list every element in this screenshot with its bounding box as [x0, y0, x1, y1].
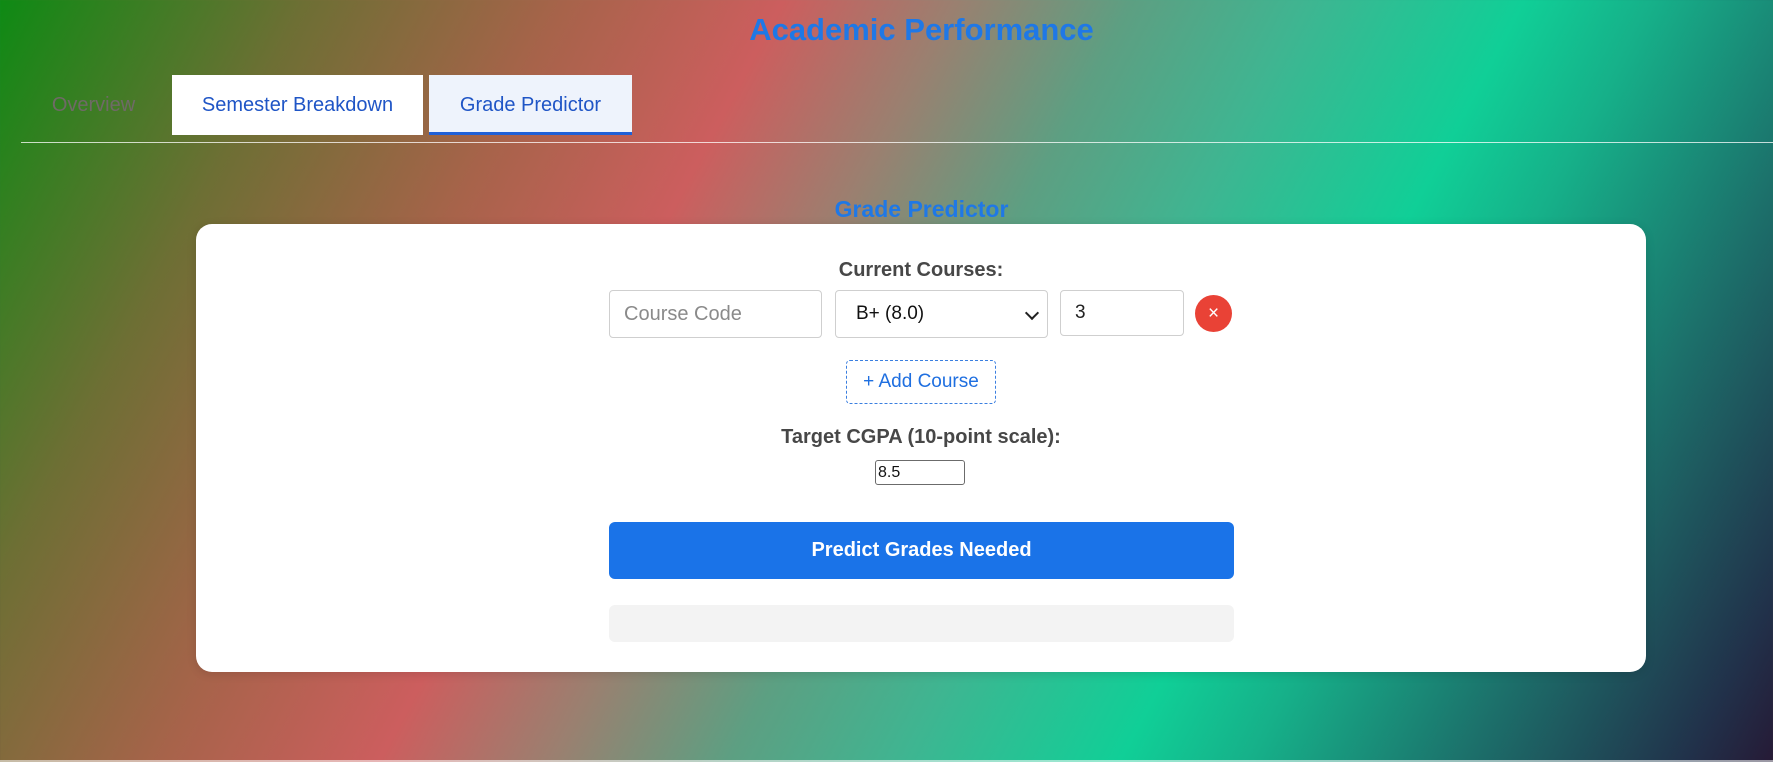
section-heading: Grade Predictor: [834, 196, 1009, 222]
close-icon: ×: [1207, 303, 1220, 324]
grade-select[interactable]: B+ (8.0): [835, 290, 1048, 338]
grade-predictor-card: Current Courses: B+ (8.0) × + Add Course…: [196, 224, 1646, 672]
add-course-button[interactable]: + Add Course: [846, 360, 996, 404]
tab-bar: Overview Semester Breakdown Grade Predic…: [21, 75, 1773, 143]
current-courses-label: Current Courses:: [838, 259, 1004, 281]
target-cgpa-label: Target CGPA (10-point scale):: [781, 426, 1061, 448]
grade-select-value: B+ (8.0): [856, 303, 925, 324]
course-code-input[interactable]: [609, 290, 822, 338]
page-title: Academic Performance: [749, 12, 1094, 47]
credits-input[interactable]: [1060, 290, 1184, 336]
tab-grade-predictor[interactable]: Grade Predictor: [429, 75, 632, 135]
remove-course-button[interactable]: ×: [1195, 295, 1232, 332]
tab-semester-breakdown[interactable]: Semester Breakdown: [172, 75, 423, 135]
chevron-down-icon: [1024, 305, 1040, 321]
prediction-result: [609, 605, 1234, 642]
predict-grades-button[interactable]: Predict Grades Needed: [609, 522, 1234, 579]
tab-overview[interactable]: Overview: [21, 75, 166, 135]
target-cgpa-input[interactable]: [875, 460, 965, 485]
